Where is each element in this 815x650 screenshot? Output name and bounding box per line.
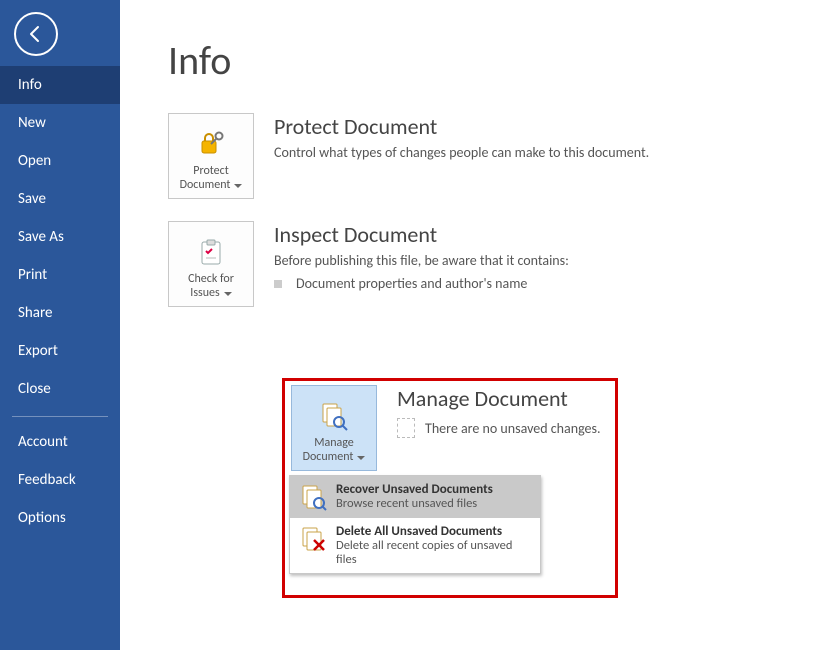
menu-recover-title: Recover Unsaved Documents [336,482,493,497]
highlight-manage-document: Manage Document Manage Document There ar… [282,378,618,598]
dropdown-caret-icon [224,292,232,296]
nav-item-open[interactable]: Open [0,142,120,180]
inspect-text-block: Inspect Document Before publishing this … [274,221,569,292]
manage-btn-line1: Manage [314,436,354,450]
protect-btn-line2: Document [180,178,231,192]
dropdown-caret-icon [357,456,365,460]
check-for-issues-button[interactable]: Check for Issues [168,221,254,307]
back-arrow-icon [26,24,46,44]
nav-item-close[interactable]: Close [0,370,120,408]
nav-item-export[interactable]: Export [0,332,120,370]
protect-text-block: Protect Document Control what types of c… [274,113,649,161]
menu-delete-unsaved[interactable]: Delete All Unsaved Documents Delete all … [290,518,540,573]
delete-icon [298,524,328,554]
protect-description: Control what types of changes people can… [274,144,649,161]
nav-item-new[interactable]: New [0,104,120,142]
document-small-icon [397,418,415,438]
inspect-btn-line1: Check for [188,272,234,286]
manage-document-menu: Recover Unsaved Documents Browse recent … [289,475,541,574]
nav-separator [12,416,108,417]
protect-title: Protect Document [274,113,649,140]
nav-primary: Info New Open Save Save As Print Share E… [0,66,120,537]
nav-item-print[interactable]: Print [0,256,120,294]
inspect-bullet-1: Document properties and author's name [296,275,527,292]
page-title: Info [168,36,815,85]
back-button[interactable] [14,12,58,56]
nav-item-save[interactable]: Save [0,180,120,218]
manage-description: There are no unsaved changes. [425,420,601,437]
nav-item-options[interactable]: Options [0,499,120,537]
app-root: Info New Open Save Save As Print Share E… [0,0,815,650]
menu-delete-title: Delete All Unsaved Documents [336,524,532,539]
nav-item-save-as[interactable]: Save As [0,218,120,256]
backstage-sidebar: Info New Open Save Save As Print Share E… [0,0,120,650]
lock-key-icon [194,126,228,160]
inspect-title: Inspect Document [274,221,569,248]
nav-item-account[interactable]: Account [0,423,120,461]
section-protect: Protect Document Protect Document Contro… [168,113,815,199]
nav-item-share[interactable]: Share [0,294,120,332]
section-inspect: Check for Issues Inspect Document Before… [168,221,815,307]
nav-item-info[interactable]: Info [0,66,120,104]
checklist-icon [196,238,226,268]
main-panel: Info Protect Document P [120,0,815,650]
nav-item-feedback[interactable]: Feedback [0,461,120,499]
manage-document-icon [318,400,350,432]
menu-delete-sub: Delete all recent copies of unsaved file… [336,539,532,567]
inspect-btn-line2: Issues [190,286,219,300]
manage-document-button[interactable]: Manage Document [291,385,377,471]
inspect-description: Before publishing this file, be aware th… [274,252,569,269]
menu-recover-unsaved[interactable]: Recover Unsaved Documents Browse recent … [290,476,540,518]
dropdown-caret-icon [234,184,242,188]
menu-recover-sub: Browse recent unsaved files [336,497,493,511]
manage-text-block: Manage Document There are no unsaved cha… [397,385,601,438]
recover-icon [298,482,328,512]
bullet-icon [274,280,282,288]
protect-document-button[interactable]: Protect Document [168,113,254,199]
manage-btn-line2: Document [303,450,354,464]
manage-title: Manage Document [397,385,601,412]
protect-btn-line1: Protect [193,164,228,178]
